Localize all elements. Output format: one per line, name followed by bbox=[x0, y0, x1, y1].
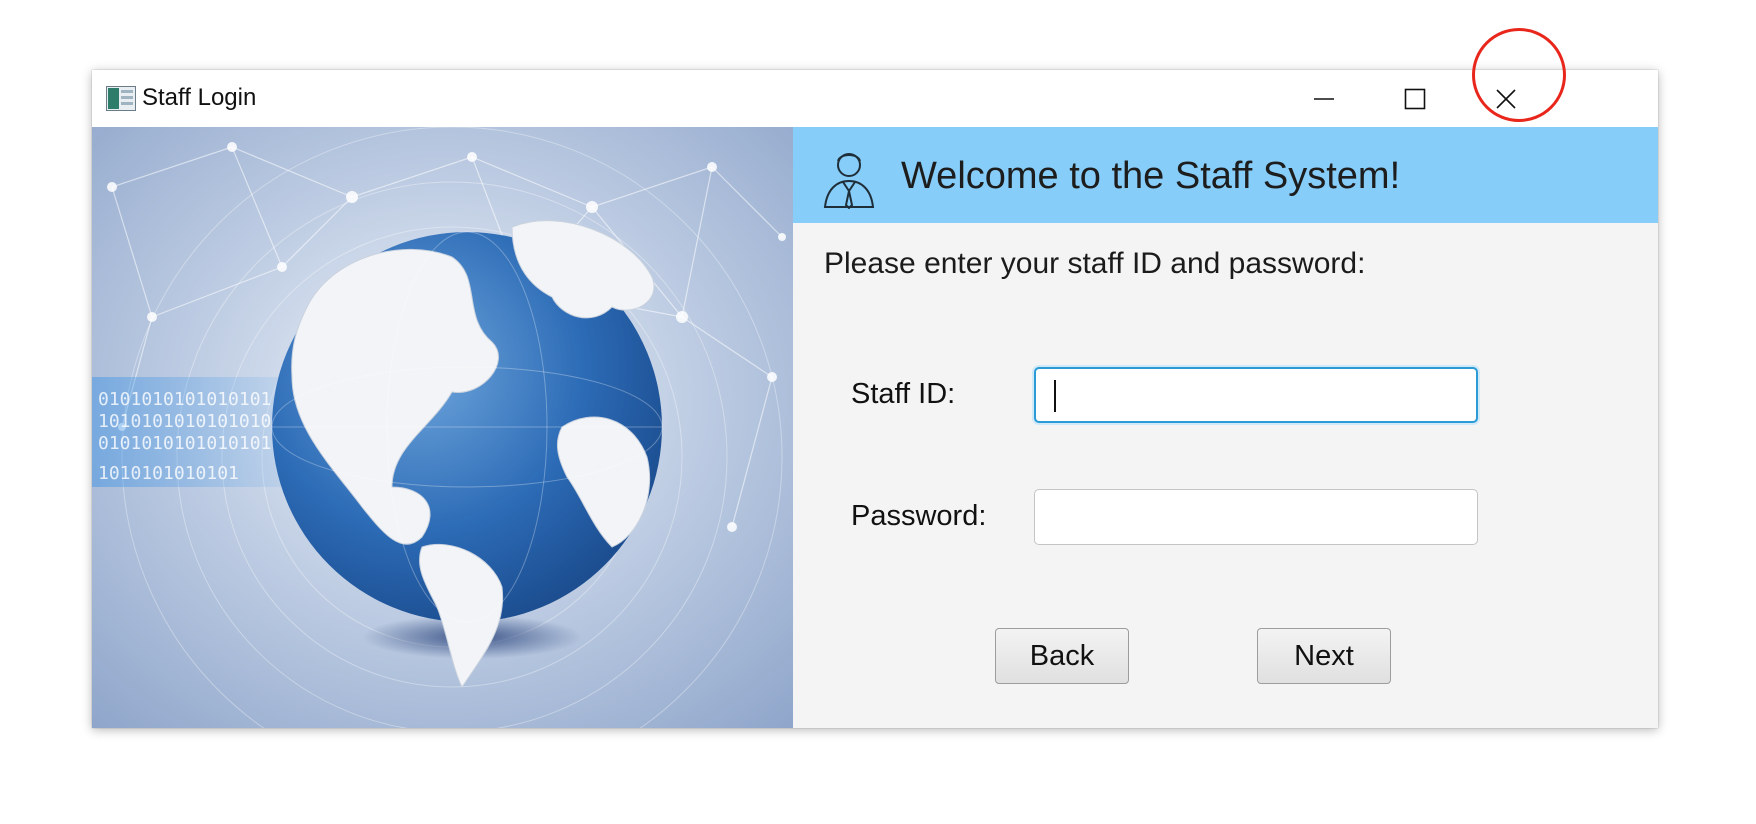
welcome-banner: Welcome to the Staff System! bbox=[793, 127, 1658, 223]
back-button[interactable]: Back bbox=[995, 628, 1129, 684]
maximize-icon bbox=[1404, 88, 1426, 109]
staff-id-label: Staff ID: bbox=[851, 378, 956, 410]
window-title: Staff Login bbox=[142, 84, 257, 111]
app-icon bbox=[106, 86, 136, 111]
minimize-icon bbox=[1314, 97, 1334, 100]
svg-text:0101010101010101: 0101010101010101 bbox=[98, 433, 271, 454]
close-button[interactable] bbox=[1466, 70, 1546, 127]
minimize-button[interactable] bbox=[1284, 70, 1364, 127]
title-bar[interactable]: Staff Login bbox=[92, 70, 1658, 127]
welcome-heading: Welcome to the Staff System! bbox=[901, 155, 1401, 197]
next-button[interactable]: Next bbox=[1257, 628, 1391, 684]
password-label: Password: bbox=[851, 500, 987, 532]
close-icon bbox=[1496, 88, 1516, 109]
globe-network-image: 0101010101010101 1010101010101010 010101… bbox=[92, 127, 793, 728]
maximize-button[interactable] bbox=[1375, 70, 1455, 127]
staff-person-icon bbox=[823, 153, 875, 209]
text-caret bbox=[1054, 380, 1056, 412]
svg-text:1010101010101010: 1010101010101010 bbox=[98, 411, 271, 432]
svg-text:0101010101010101: 0101010101010101 bbox=[98, 389, 271, 410]
staff-id-field[interactable] bbox=[1034, 367, 1478, 423]
instruction-text: Please enter your staff ID and password: bbox=[824, 247, 1366, 280]
staff-login-window: Staff Login 0101010101010101 10101010101… bbox=[92, 70, 1658, 728]
svg-text:1010101010101: 1010101010101 bbox=[98, 463, 239, 484]
password-field[interactable] bbox=[1034, 489, 1478, 545]
